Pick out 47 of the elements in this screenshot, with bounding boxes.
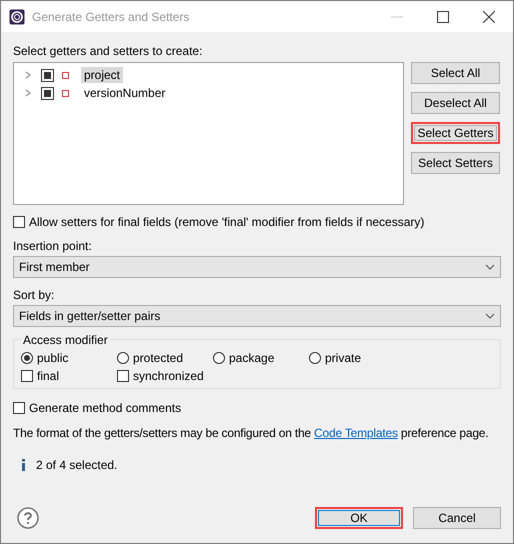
chevron-down-icon [485, 264, 495, 270]
sort-by-label: Sort by: [13, 288, 54, 302]
dialog-button[interactable]: OK [315, 507, 403, 529]
field-icon [62, 72, 69, 78]
radio-label: protected [133, 351, 184, 365]
checkbox-label: Allow setters for final fields (remove 'final' modifier from fields if necessary) [29, 215, 424, 229]
insertion-point-dropdown[interactable]: First member [13, 256, 501, 278]
checkbox[interactable] [13, 402, 25, 414]
side-button[interactable]: Select Setters [411, 152, 500, 174]
sort-by-dropdown[interactable]: Fields in getter/setter pairs [13, 305, 501, 327]
tree-item[interactable]: project [81, 67, 124, 83]
checkbox[interactable] [13, 216, 25, 228]
window-title: Generate Getters and Setters [32, 10, 190, 24]
checkbox-label: synchronized [133, 369, 204, 383]
tree-label: Select getters and setters to create: [13, 44, 202, 58]
radio-button[interactable] [21, 352, 33, 364]
expand-icon[interactable] [24, 71, 32, 79]
checkbox[interactable] [21, 370, 33, 382]
group-title: Access modifier [21, 333, 110, 347]
checkbox[interactable] [117, 370, 129, 382]
radio-button[interactable] [117, 352, 129, 364]
maximize-icon[interactable] [437, 10, 449, 22]
radio-label: package [229, 351, 274, 365]
chevron-down-icon [485, 313, 495, 319]
radio-label: public [37, 351, 68, 365]
close-icon[interactable] [483, 10, 495, 22]
status-text: 2 of 4 selected. [36, 458, 118, 472]
side-button[interactable]: Select All [411, 62, 500, 84]
info-icon [21, 459, 26, 471]
side-button[interactable]: Select Getters [411, 122, 500, 144]
app-icon [9, 8, 25, 24]
tree-checkbox[interactable] [41, 86, 54, 100]
tree-checkbox[interactable] [41, 68, 54, 82]
dialog-button[interactable]: Cancel [413, 507, 501, 529]
tree-item[interactable]: versionNumber [81, 85, 168, 101]
checkbox-label: Generate method comments [29, 401, 182, 415]
checkbox-label: final [37, 369, 60, 383]
field-icon [62, 90, 69, 96]
format-note: The format of the getters/setters may be configured on the Code Templates preference page. [13, 426, 490, 440]
insertion-point-label: Insertion point: [13, 239, 92, 253]
expand-icon[interactable] [24, 89, 32, 97]
code-templates-link[interactable]: Code Templates [314, 426, 398, 440]
radio-label: private [325, 351, 362, 365]
radio-button[interactable] [213, 352, 225, 364]
radio-button[interactable] [309, 352, 321, 364]
side-button[interactable]: Deselect All [411, 92, 500, 114]
help-icon[interactable] [17, 507, 39, 529]
